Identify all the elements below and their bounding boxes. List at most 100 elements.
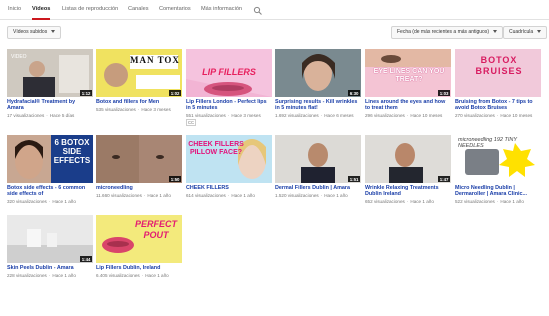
video-title[interactable]: Lip Fillers Dublin, Ireland bbox=[96, 265, 182, 271]
view-count: 522 visualizaciones bbox=[455, 199, 495, 204]
view-count: 296 visualizaciones bbox=[365, 113, 405, 118]
view-count: 11.660 visualizaciones bbox=[96, 193, 142, 198]
video-grid: VIDEO 1:12 Hydrafacial® Treatment by Ama… bbox=[7, 49, 547, 314]
upload-age: Hace 3 meses bbox=[231, 113, 261, 118]
video-card[interactable]: VIDEO 1:12 Hydrafacial® Treatment by Ama… bbox=[7, 49, 93, 124]
upload-age: Hace 1 año bbox=[147, 193, 171, 198]
video-thumbnail[interactable]: LIP FILLERS bbox=[186, 49, 272, 97]
thumb-logo: VIDEO bbox=[11, 54, 27, 60]
video-card[interactable]: PERFECT POUT Lip Fillers Dublin, Ireland… bbox=[96, 215, 182, 290]
view-count: 228 visualizaciones bbox=[7, 273, 47, 278]
thumb-caption: LIP FILLERS bbox=[202, 67, 256, 77]
video-meta: 17 visualizaciones · Hace 5 días bbox=[7, 113, 75, 118]
view-dropdown[interactable]: Cuadrícula bbox=[503, 26, 548, 39]
duration-badge: 1:44 bbox=[80, 256, 92, 262]
video-title[interactable]: Skin Peels Dublin - Amara bbox=[7, 265, 93, 271]
channel-tabs: Inicio Vídeos Listas de reproducción Can… bbox=[0, 0, 549, 20]
video-thumbnail[interactable]: 1:50 bbox=[96, 135, 182, 183]
tab-comments[interactable]: Comentarios bbox=[159, 0, 191, 20]
video-title[interactable]: Bruising from Botox - 7 tips to avoid Bo… bbox=[455, 99, 541, 112]
video-meta: 1.692 visualizaciones · Hace 6 meses bbox=[275, 113, 354, 118]
video-card[interactable]: EYE LINES CAN YOU TREAT? 1:03 Lines arou… bbox=[365, 49, 451, 124]
video-thumbnail[interactable]: PERFECT POUT bbox=[96, 215, 182, 263]
thumb-caption: PERFECT POUT bbox=[134, 219, 177, 240]
video-meta: 296 visualizaciones · Hace 10 meses bbox=[365, 113, 443, 118]
video-title[interactable]: Botox and fillers for Men bbox=[96, 99, 182, 105]
view-count: 535 visualizaciones bbox=[96, 107, 136, 112]
video-title[interactable]: Botox side effects - 6 common side effec… bbox=[7, 185, 93, 198]
chevron-down-icon bbox=[51, 30, 56, 34]
video-title[interactable]: Wrinkle Relaxing Treatments Dublin Irela… bbox=[365, 185, 451, 198]
view-count: 551 visualizaciones bbox=[186, 113, 226, 118]
video-meta: 11.660 visualizaciones · Hace 1 año bbox=[96, 193, 171, 198]
video-thumbnail[interactable]: 1:51 bbox=[275, 135, 361, 183]
duration-badge: 1:02 bbox=[169, 90, 181, 96]
video-title[interactable]: CHEEK FILLERS bbox=[186, 185, 272, 191]
view-count: 1.520 visualizaciones bbox=[275, 193, 319, 198]
search-icon[interactable] bbox=[252, 4, 264, 16]
video-card[interactable]: 1:51 Dermal Fillers Dublin | Amara 1.520… bbox=[275, 135, 361, 210]
chevron-down-icon bbox=[537, 30, 542, 34]
video-card[interactable]: MAN TOX 1:02 Botox and fillers for Men 5… bbox=[96, 49, 182, 124]
video-thumbnail[interactable]: 1:44 bbox=[7, 215, 93, 263]
upload-age: Hace 1 año bbox=[52, 199, 76, 204]
video-card[interactable]: 1:47 Wrinkle Relaxing Treatments Dublin … bbox=[365, 135, 451, 210]
video-meta: 320 visualizaciones · Hace 1 año bbox=[7, 199, 76, 204]
video-thumbnail[interactable]: EYE LINES CAN YOU TREAT? 1:03 bbox=[365, 49, 451, 97]
upload-age: Hace 1 año bbox=[500, 199, 524, 204]
video-title[interactable]: microneedling bbox=[96, 185, 182, 191]
upload-age: Hace 3 meses bbox=[141, 107, 171, 112]
thumb-caption: 6 BOTOX SIDE EFFECTS bbox=[53, 138, 91, 165]
video-card[interactable]: 6:30 Surprising results - Kill wrinkles … bbox=[275, 49, 361, 124]
video-thumbnail[interactable]: microneedling 192 TINY NEEDLES bbox=[455, 135, 541, 183]
chevron-down-icon bbox=[493, 30, 497, 34]
uploaded-videos-dropdown[interactable]: Vídeos subidos bbox=[7, 26, 62, 39]
video-card[interactable]: BOTOX BRUISES Bruising from Botox - 7 ti… bbox=[455, 49, 541, 124]
video-card[interactable]: 1:50 microneedling 11.660 visualizacione… bbox=[96, 135, 182, 210]
thumb-caption: EYE LINES CAN YOU TREAT? bbox=[373, 68, 445, 83]
video-title[interactable]: Hydrafacial® Treatment by Amara bbox=[7, 99, 93, 112]
upload-age: Hace 6 meses bbox=[324, 113, 354, 118]
video-card[interactable]: 6 BOTOX SIDE EFFECTS Botox side effects … bbox=[7, 135, 93, 210]
tab-channels[interactable]: Canales bbox=[128, 0, 149, 20]
view-count: 320 visualizaciones bbox=[7, 199, 47, 204]
video-title[interactable]: Lip Fillers London - Perfect lips in 5 m… bbox=[186, 99, 272, 112]
sort-dropdown[interactable]: Fecha (de más recientes a más antiguos) bbox=[391, 26, 503, 39]
tab-videos[interactable]: Vídeos bbox=[32, 0, 51, 20]
video-meta: 614 visualizaciones · Hace 1 año bbox=[186, 193, 255, 198]
uploaded-videos-label: Vídeos subidos bbox=[13, 29, 48, 35]
video-card[interactable]: 1:44 Skin Peels Dublin - Amara 228 visua… bbox=[7, 215, 93, 290]
cc-badge: CC bbox=[186, 119, 197, 126]
video-thumbnail[interactable]: BOTOX BRUISES bbox=[455, 49, 541, 97]
video-meta: 652 visualizaciones · Hace 1 año bbox=[365, 199, 434, 204]
tab-playlists[interactable]: Listas de reproducción bbox=[62, 0, 118, 20]
video-card[interactable]: CHEEK FILLERS PILLOW FACE? CHEEK FILLERS… bbox=[186, 135, 272, 210]
video-thumbnail[interactable]: 6 BOTOX SIDE EFFECTS bbox=[7, 135, 93, 183]
video-card[interactable]: LIP FILLERS Lip Fillers London - Perfect… bbox=[186, 49, 272, 126]
video-thumbnail[interactable]: 1:47 bbox=[365, 135, 451, 183]
video-thumbnail[interactable]: CHEEK FILLERS PILLOW FACE? bbox=[186, 135, 272, 183]
view-count: 652 visualizaciones bbox=[365, 199, 405, 204]
video-title[interactable]: Lines around the eyes and how to treat t… bbox=[365, 99, 451, 112]
video-meta: 228 visualizaciones · Hace 1 año bbox=[7, 273, 76, 278]
view-count: 614 visualizaciones bbox=[186, 193, 226, 198]
sort-label: Fecha (de más recientes a más antiguos) bbox=[397, 29, 489, 35]
duration-badge: 1:50 bbox=[169, 176, 181, 182]
video-title[interactable]: Surprising results - Kill wrinkles in 5 … bbox=[275, 99, 361, 112]
duration-badge: 1:12 bbox=[80, 90, 92, 96]
video-meta: 522 visualizaciones · Hace 1 año bbox=[455, 199, 524, 204]
video-thumbnail[interactable]: VIDEO 1:12 bbox=[7, 49, 93, 97]
duration-badge: 1:51 bbox=[348, 176, 360, 182]
tab-about[interactable]: Más información bbox=[201, 0, 242, 20]
video-card[interactable]: microneedling 192 TINY NEEDLES Micro Nee… bbox=[455, 135, 541, 210]
video-thumbnail[interactable]: MAN TOX 1:02 bbox=[96, 49, 182, 97]
thumb-caption: CHEEK FILLERS PILLOW FACE? bbox=[188, 141, 244, 156]
upload-age: Hace 1 año bbox=[145, 273, 169, 278]
tab-inicio[interactable]: Inicio bbox=[8, 0, 21, 20]
video-thumbnail[interactable]: 6:30 bbox=[275, 49, 361, 97]
upload-age: Hace 1 año bbox=[324, 193, 348, 198]
upload-age: Hace 1 año bbox=[52, 273, 76, 278]
video-title[interactable]: Dermal Fillers Dublin | Amara bbox=[275, 185, 361, 191]
video-title[interactable]: Micro Needling Dublin | Dermaroller | Am… bbox=[455, 185, 541, 198]
view-count: 17 visualizaciones bbox=[7, 113, 45, 118]
